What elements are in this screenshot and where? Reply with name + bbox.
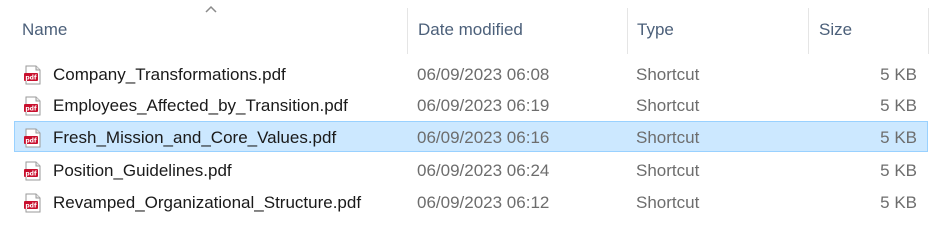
file-size: 5 KB [880,65,917,84]
file-type: Shortcut [636,161,700,180]
file-row[interactable]: pdf Revamped_Organizational_Structure.pd… [14,186,928,217]
column-header-row: Name Date modified Type Size [0,0,940,60]
file-name: Revamped_Organizational_Structure.pdf [53,193,362,212]
file-row[interactable]: pdf Employees_Affected_by_Transition.pdf… [14,89,928,120]
svg-text:pdf: pdf [25,171,37,178]
file-size: 5 KB [880,96,917,115]
file-type: Shortcut [636,128,700,147]
file-row[interactable]: pdf Company_Transformations.pdf 06/09/20… [14,58,928,89]
svg-text:pdf: pdf [25,75,37,82]
file-type: Shortcut [636,193,700,212]
file-name: Employees_Affected_by_Transition.pdf [53,96,348,115]
file-size: 5 KB [880,193,917,212]
column-divider[interactable] [928,8,929,54]
column-header-date-modified[interactable]: Date modified [407,0,627,60]
file-name: Fresh_Mission_and_Core_Values.pdf [53,128,337,147]
file-date-modified: 06/09/2023 06:08 [417,65,550,84]
column-header-name[interactable]: Name [0,0,407,60]
file-date-modified: 06/09/2023 06:24 [417,161,550,180]
pdf-icon: pdf [24,96,41,116]
column-header-date-modified-label: Date modified [418,20,523,39]
pdf-icon: pdf [24,65,41,85]
pdf-icon: pdf [24,193,41,213]
file-type: Shortcut [636,96,700,115]
pdf-icon: pdf [24,128,41,148]
column-header-type[interactable]: Type [627,0,808,60]
file-name: Company_Transformations.pdf [53,65,286,84]
pdf-icon: pdf [24,161,41,181]
svg-text:pdf: pdf [25,138,37,145]
column-header-size[interactable]: Size [808,0,928,60]
svg-text:pdf: pdf [25,203,37,210]
file-row[interactable]: pdf Fresh_Mission_and_Core_Values.pdf 06… [14,121,928,152]
file-size: 5 KB [880,161,917,180]
file-row[interactable]: pdf Position_Guidelines.pdf 06/09/2023 0… [14,154,928,185]
file-explorer-list: Name Date modified Type Size pdf Company… [0,0,940,240]
file-date-modified: 06/09/2023 06:16 [417,128,550,147]
file-size: 5 KB [880,128,917,147]
file-type: Shortcut [636,65,700,84]
svg-text:pdf: pdf [25,106,37,113]
column-header-type-label: Type [637,20,674,39]
file-date-modified: 06/09/2023 06:19 [417,96,550,115]
sort-ascending-icon [205,5,217,13]
file-name: Position_Guidelines.pdf [53,161,232,180]
column-header-name-label: Name [22,20,68,39]
file-date-modified: 06/09/2023 06:12 [417,193,550,212]
column-header-size-label: Size [819,20,853,39]
